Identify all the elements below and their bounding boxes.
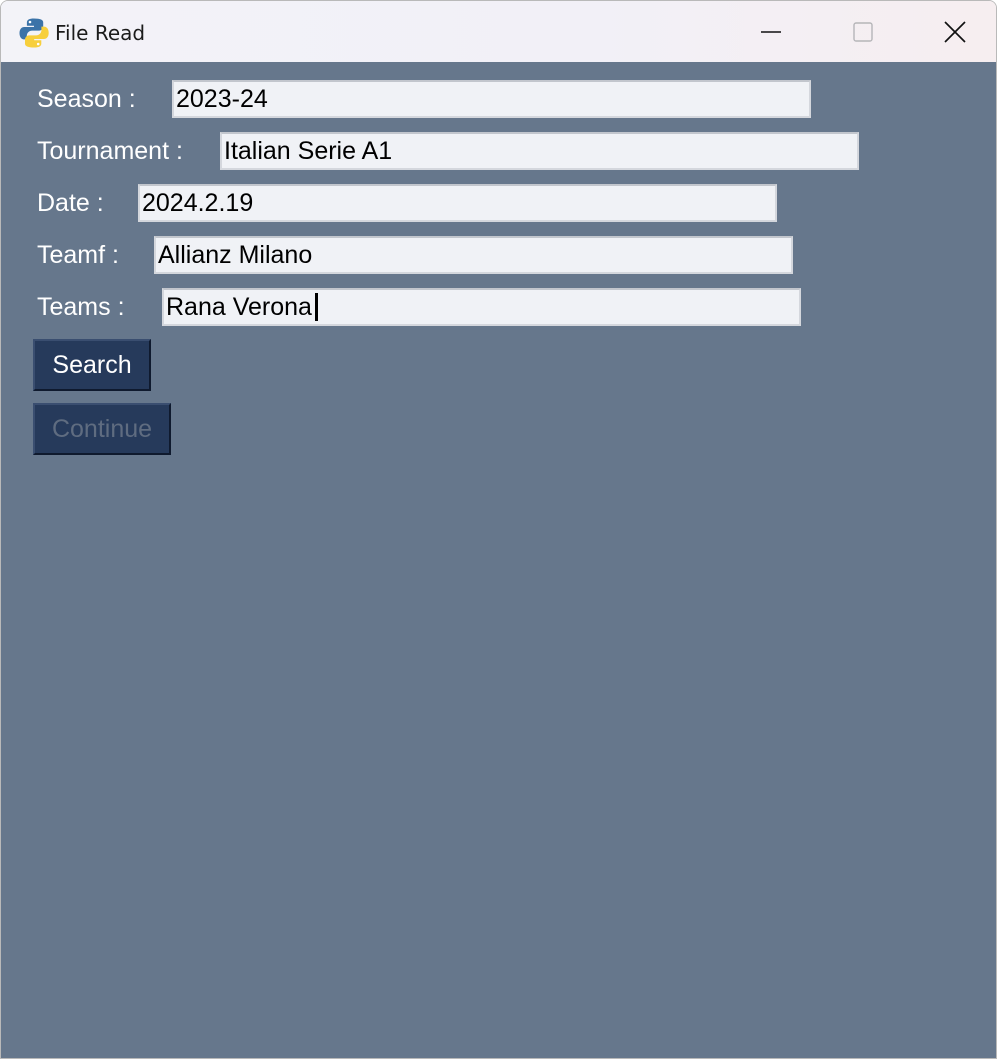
maximize-button[interactable] (817, 1, 909, 62)
date-label: Date : (37, 189, 104, 217)
close-button[interactable] (909, 1, 996, 62)
date-input[interactable] (138, 184, 777, 222)
app-window: File Read Season : Tournament : Date : T… (0, 0, 997, 1059)
text-caret (315, 293, 318, 321)
tournament-input[interactable] (220, 132, 859, 170)
continue-button[interactable]: Continue (33, 403, 171, 455)
search-button[interactable]: Search (33, 339, 151, 391)
tournament-label: Tournament : (37, 137, 183, 165)
minimize-button[interactable] (725, 1, 817, 62)
minimize-icon (761, 30, 781, 33)
season-label: Season : (37, 85, 136, 113)
form-panel: Season : Tournament : Date : Teamf : Tea… (1, 62, 996, 1058)
teams-label: Teams : (37, 293, 125, 321)
window-title: File Read (55, 21, 146, 45)
close-icon (944, 20, 966, 43)
title-bar[interactable]: File Read (1, 1, 996, 62)
python-icon (19, 18, 49, 48)
teams-input[interactable] (162, 288, 801, 326)
teamf-label: Teamf : (37, 241, 119, 269)
season-input[interactable] (172, 80, 811, 118)
teamf-input[interactable] (154, 236, 793, 274)
maximize-icon (853, 21, 873, 42)
